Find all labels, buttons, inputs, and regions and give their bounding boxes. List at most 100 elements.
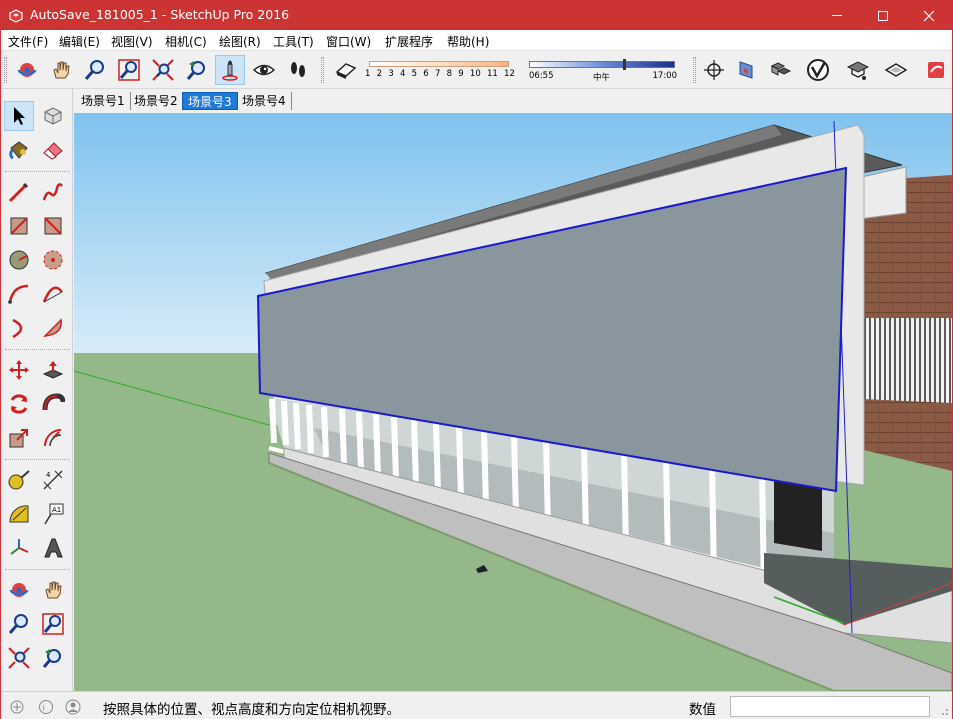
dimension-tool-button[interactable]: 4 (38, 465, 68, 495)
extension-warehouse-button[interactable] (803, 55, 833, 85)
3d-text-button[interactable] (38, 533, 68, 563)
model-viewport[interactable] (74, 113, 952, 691)
eraser-button[interactable] (38, 135, 68, 165)
scene-tab-1[interactable]: 场景号1 (76, 92, 131, 110)
axes-tool-left-button[interactable] (4, 533, 34, 563)
zoom-left-button[interactable] (4, 609, 34, 639)
position-camera-button[interactable] (215, 55, 245, 85)
credits-icon[interactable]: i (38, 699, 54, 715)
pie-tool-button[interactable] (38, 313, 68, 343)
send-arrow-icon (928, 62, 944, 78)
zoom-extents-button[interactable] (148, 55, 178, 85)
freehand-tool-button[interactable] (38, 177, 68, 207)
menu-edit[interactable]: 编辑(E) (59, 33, 100, 50)
arc-tool-button[interactable] (4, 279, 34, 309)
zoom-window-button[interactable] (114, 55, 144, 85)
line-tool-button[interactable] (4, 177, 34, 207)
make-component-button[interactable] (38, 101, 68, 131)
two-point-arc-icon (42, 286, 63, 303)
arc-icon (8, 284, 29, 304)
time-slider-track[interactable] (529, 61, 675, 68)
push-pull-button[interactable] (38, 355, 68, 385)
toolbar-grip[interactable] (321, 57, 324, 83)
menu-tools[interactable]: 工具(T) (273, 33, 314, 50)
axes-tool-button[interactable] (699, 55, 729, 85)
paint-bucket-button[interactable] (4, 135, 34, 165)
two-point-arc-button[interactable] (38, 279, 68, 309)
title-bar[interactable]: AutoSave_181005_1 - SketchUp Pro 2016 (1, 1, 952, 30)
month-slider-track[interactable] (369, 61, 509, 67)
components-button[interactable] (765, 55, 795, 85)
resize-grip-icon[interactable] (937, 704, 949, 716)
send-to-layout-button[interactable] (921, 55, 951, 85)
menu-window[interactable]: 窗口(W) (326, 33, 371, 50)
orbit-tool-button[interactable] (12, 55, 42, 85)
user-account-icon[interactable] (65, 699, 81, 715)
tape-measure-button[interactable] (4, 465, 34, 495)
shadow-time-slider[interactable]: 06:55 中午 17:00 (527, 59, 677, 83)
rotated-rectangle-icon (44, 217, 62, 235)
follow-me-button[interactable] (38, 389, 68, 419)
zoom-extents-icon (8, 647, 30, 669)
circle-tool-button[interactable] (4, 245, 34, 275)
close-button[interactable] (906, 1, 952, 30)
offset-tool-button[interactable] (38, 423, 68, 453)
menu-camera[interactable]: 相机(C) (165, 33, 207, 50)
scene-tab-4[interactable]: 场景号4 (237, 92, 292, 110)
orbit-icon (9, 583, 29, 597)
magnifier-icon (8, 614, 28, 634)
menu-bar: 文件(F) 编辑(E) 视图(V) 相机(C) 绘图(R) 工具(T) 窗口(W… (1, 30, 952, 51)
3d-text-icon (44, 538, 63, 558)
section-plane-button[interactable] (731, 55, 761, 85)
graduation-cap-icon (846, 61, 870, 80)
look-around-button[interactable] (249, 55, 279, 85)
previous-view-icon (42, 649, 61, 668)
menu-file[interactable]: 文件(F) (8, 33, 48, 50)
zoom-extents-left-button[interactable] (4, 643, 34, 673)
toolbar-grip[interactable] (693, 57, 696, 83)
scale-tool-button[interactable] (4, 423, 34, 453)
orbit-left-button[interactable] (4, 575, 34, 605)
shadow-month-slider[interactable]: 1 2 3 4 5 6 7 8 9 10 11 12 (365, 59, 515, 83)
maximize-button[interactable] (860, 1, 906, 30)
toolbar-grip[interactable] (4, 57, 7, 83)
rotate-tool-button[interactable] (4, 389, 34, 419)
zoom-window-icon (118, 59, 140, 81)
zoom-window-left-button[interactable] (38, 609, 68, 639)
freehand-icon (42, 183, 63, 201)
shadows-toggle-button[interactable] (331, 55, 361, 85)
time-slider-thumb[interactable] (623, 59, 626, 70)
measurements-input[interactable] (730, 696, 930, 717)
zoom-tool-button[interactable] (80, 55, 110, 85)
walk-tool-button[interactable] (283, 55, 313, 85)
axes-icon (704, 60, 724, 80)
scene-tab-2[interactable]: 场景号2 (129, 92, 184, 110)
previous-view-left-button[interactable] (38, 643, 68, 673)
3d-warehouse-button[interactable] (843, 55, 873, 85)
rotated-rectangle-button[interactable] (38, 211, 68, 241)
menu-help[interactable]: 帮助(H) (447, 33, 489, 50)
previous-view-button[interactable] (182, 55, 212, 85)
text-tool-button[interactable]: A1 (38, 499, 68, 529)
magnifier-icon (84, 60, 104, 80)
polygon-tool-button[interactable] (38, 245, 68, 275)
protractor-button[interactable] (4, 499, 34, 529)
eraser-icon (43, 142, 63, 160)
hand-icon (53, 61, 70, 79)
offset-icon (44, 429, 62, 447)
scene-tab-3[interactable]: 场景号3 (182, 92, 238, 110)
model-scene[interactable] (74, 113, 952, 691)
menu-draw[interactable]: 绘图(R) (219, 33, 261, 50)
select-tool-button[interactable] (4, 101, 34, 131)
component-box-icon (44, 107, 62, 125)
pan-left-button[interactable] (38, 575, 68, 605)
move-tool-button[interactable] (4, 355, 34, 385)
three-point-arc-button[interactable] (4, 313, 34, 343)
menu-extensions[interactable]: 扩展程序 (385, 33, 433, 50)
layout-button[interactable] (881, 55, 911, 85)
minimize-button[interactable] (814, 1, 860, 30)
rectangle-tool-button[interactable] (4, 211, 34, 241)
menu-view[interactable]: 视图(V) (111, 33, 153, 50)
geo-location-icon[interactable] (9, 699, 25, 715)
pan-tool-button[interactable] (46, 55, 76, 85)
